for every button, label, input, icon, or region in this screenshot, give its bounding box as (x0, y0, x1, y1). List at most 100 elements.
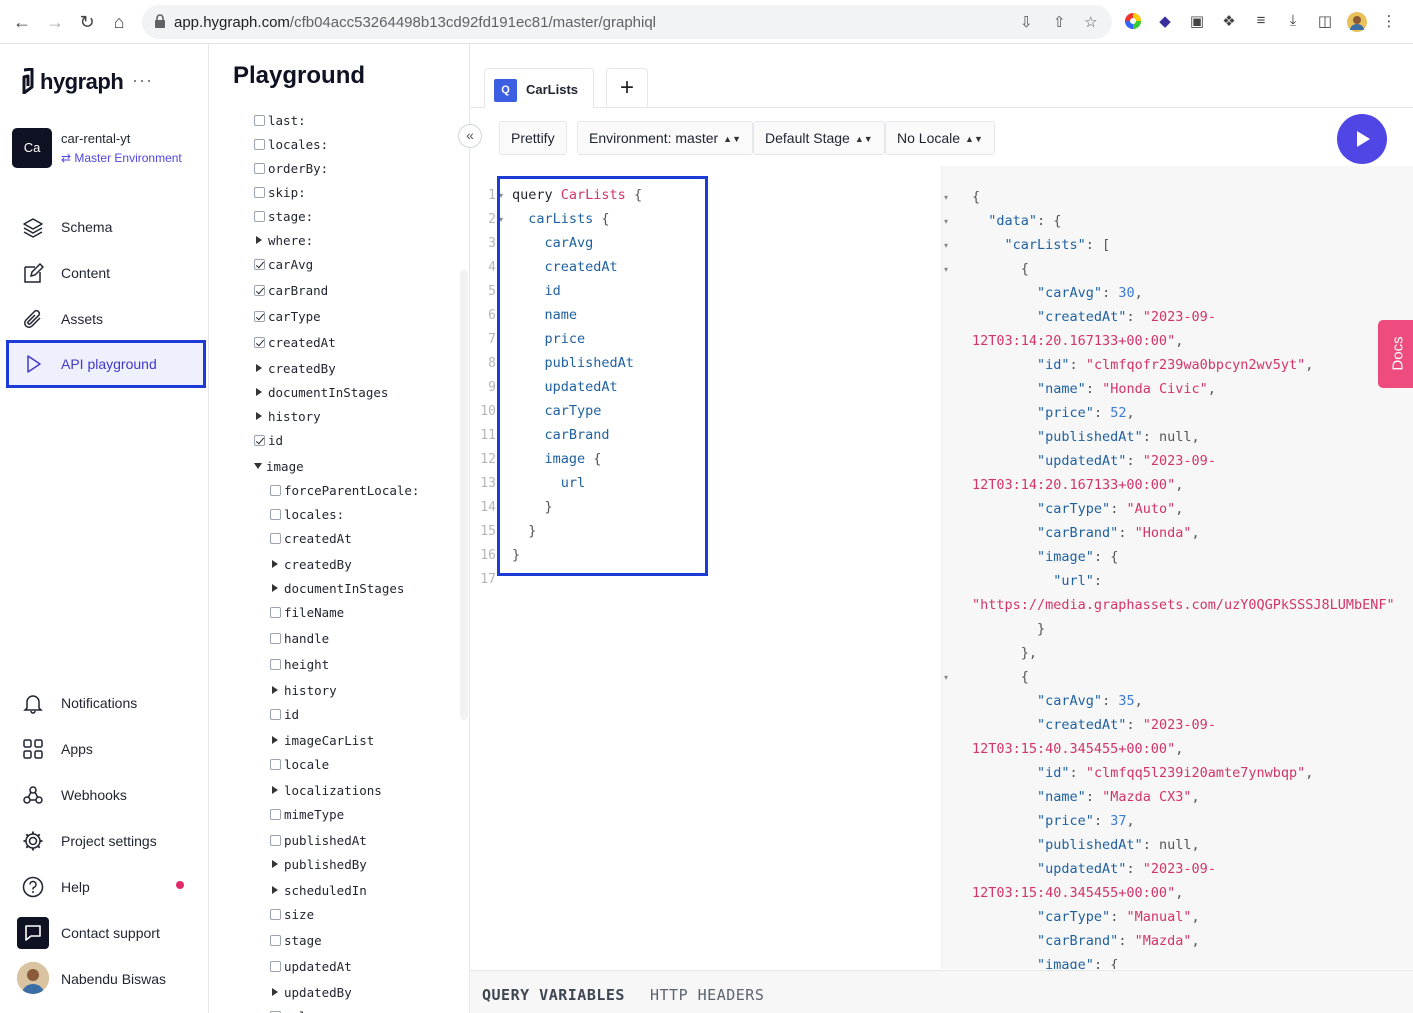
fold-icon[interactable]: ▾ (499, 215, 503, 224)
fold-icon[interactable]: ▾ (499, 191, 503, 200)
collapse-explorer-icon[interactable]: « (458, 124, 482, 148)
query-variables-tab[interactable]: QUERY VARIABLES (482, 986, 625, 1004)
tab-carlists[interactable]: Q CarLists (484, 68, 594, 109)
caret-down-icon[interactable] (254, 463, 262, 469)
explorer-field-row[interactable]: documentInStages (254, 385, 388, 400)
checkbox-icon[interactable] (254, 139, 265, 150)
explorer-field-row[interactable]: locale (270, 757, 329, 772)
explorer-field-row[interactable]: stage (270, 933, 322, 948)
explorer-field-row[interactable]: history (270, 683, 337, 698)
back-icon[interactable]: ← (12, 12, 32, 33)
checkbox-icon[interactable] (270, 509, 281, 520)
nav-apps[interactable]: Apps (8, 726, 204, 770)
explorer-field-row[interactable]: locales: (254, 137, 328, 152)
run-query-button[interactable] (1337, 114, 1387, 164)
nav-notifications[interactable]: Notifications (8, 680, 204, 724)
explorer-field-row[interactable]: height (270, 657, 329, 672)
explorer-field-row[interactable]: skip: (254, 185, 306, 200)
result-viewer[interactable]: ▾ {▾ "data": {▾ "carLists": [▾ { "carAvg"… (942, 166, 1413, 969)
checkbox-icon[interactable] (270, 935, 281, 946)
install-icon[interactable]: ⇩ (1020, 13, 1033, 31)
extension-layers-icon[interactable]: ◆ (1155, 12, 1175, 32)
explorer-field-row[interactable]: updatedAt (270, 959, 352, 974)
environment-select[interactable]: Environment: master ▲▼ (577, 121, 753, 155)
explorer-field-row[interactable]: history (254, 409, 321, 424)
explorer-field-row[interactable]: last: (254, 113, 306, 128)
query-editor[interactable]: 1 ▾ query CarLists {2 ▾ carLists {3 carAvg 4… (470, 166, 942, 969)
caret-right-icon[interactable] (256, 236, 262, 244)
nav-webhooks[interactable]: Webhooks (8, 772, 204, 816)
sidepanel-icon[interactable]: ◫ (1315, 12, 1335, 32)
checkbox-icon[interactable] (270, 659, 281, 670)
caret-right-icon[interactable] (272, 584, 278, 592)
checkbox-checked-icon[interactable] (254, 337, 265, 348)
download-icon[interactable]: ⤓ (1283, 12, 1303, 32)
nav-project-settings[interactable]: Project settings (8, 818, 204, 862)
checkbox-icon[interactable] (270, 709, 281, 720)
puzzle-icon[interactable]: ❖ (1219, 12, 1239, 32)
caret-right-icon[interactable] (272, 886, 278, 894)
explorer-field-row[interactable]: url (270, 1009, 307, 1013)
checkbox-icon[interactable] (254, 211, 265, 222)
explorer-field-row[interactable]: locales: (270, 507, 344, 522)
checkbox-checked-icon[interactable] (254, 435, 265, 446)
fold-icon[interactable]: ▾ (944, 217, 948, 226)
extension-color-icon[interactable] (1123, 12, 1143, 32)
explorer-field-row[interactable]: publishedBy (270, 857, 367, 872)
stage-select[interactable]: Default Stage ▲▼ (753, 121, 885, 155)
add-tab-icon[interactable]: + (606, 68, 648, 109)
explorer-field-row[interactable]: createdBy (270, 557, 352, 572)
checkbox-icon[interactable] (254, 187, 265, 198)
explorer-field-row[interactable]: imageCarList (270, 733, 374, 748)
checkbox-checked-icon[interactable] (254, 311, 265, 322)
explorer-field-row[interactable]: id (254, 433, 283, 448)
http-headers-tab[interactable]: HTTP HEADERS (650, 986, 764, 1004)
caret-right-icon[interactable] (256, 364, 262, 372)
caret-right-icon[interactable] (256, 412, 262, 420)
explorer-field-row[interactable]: createdBy (254, 361, 336, 376)
menu-icon[interactable]: ⋮ (1379, 12, 1399, 32)
address-bar[interactable]: app.hygraph.com/cfb04acc53264498b13cd92f… (142, 5, 1112, 39)
explorer-field-row[interactable]: image (254, 459, 304, 474)
checkbox-icon[interactable] (270, 835, 281, 846)
locale-select[interactable]: No Locale ▲▼ (885, 121, 995, 155)
caret-right-icon[interactable] (272, 860, 278, 868)
project-name[interactable]: car-rental-yt (61, 131, 130, 146)
checkbox-icon[interactable] (270, 607, 281, 618)
nav-assets[interactable]: Assets (8, 296, 204, 340)
reload-icon[interactable]: ↻ (77, 12, 97, 33)
nav-help[interactable]: Help (8, 864, 204, 908)
fold-icon[interactable]: ▾ (944, 241, 948, 250)
fold-icon[interactable]: ▾ (944, 265, 948, 274)
more-icon[interactable]: ··· (132, 70, 153, 91)
share-icon[interactable]: ⇧ (1053, 13, 1066, 31)
nav-content[interactable]: Content (8, 250, 204, 294)
caret-right-icon[interactable] (272, 736, 278, 744)
prettify-button[interactable]: Prettify (499, 121, 567, 155)
checkbox-icon[interactable] (270, 809, 281, 820)
explorer-field-row[interactable]: publishedAt (270, 833, 367, 848)
fold-icon[interactable]: ▾ (944, 193, 948, 202)
docs-button[interactable]: Docs (1378, 320, 1413, 388)
checkbox-icon[interactable] (270, 909, 281, 920)
explorer-field-row[interactable]: stage: (254, 209, 313, 224)
checkbox-icon[interactable] (270, 485, 281, 496)
checkbox-checked-icon[interactable] (254, 259, 265, 270)
caret-right-icon[interactable] (272, 560, 278, 568)
checkbox-icon[interactable] (254, 163, 265, 174)
explorer-field-row[interactable]: mimeType (270, 807, 344, 822)
explorer-field-row[interactable]: documentInStages (270, 581, 404, 596)
explorer-field-row[interactable]: createdAt (270, 531, 352, 546)
explorer-field-row[interactable]: where: (254, 233, 313, 248)
explorer-field-row[interactable]: carBrand (254, 283, 328, 298)
caret-right-icon[interactable] (272, 988, 278, 996)
nav-api-playground[interactable]: API playground (6, 340, 206, 388)
caret-right-icon[interactable] (272, 686, 278, 694)
extension-square-icon[interactable]: ▣ (1187, 12, 1207, 32)
explorer-field-row[interactable]: scheduledIn (270, 883, 367, 898)
explorer-field-row[interactable]: carAvg (254, 257, 313, 272)
checkbox-icon[interactable] (270, 533, 281, 544)
explorer-field-row[interactable]: handle (270, 631, 329, 646)
checkbox-icon[interactable] (270, 633, 281, 644)
checkbox-icon[interactable] (254, 115, 265, 126)
